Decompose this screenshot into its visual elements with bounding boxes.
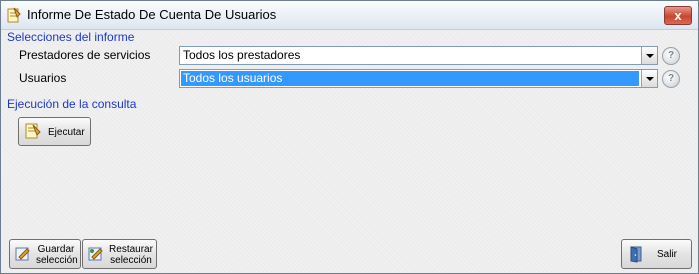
close-button[interactable]: x (664, 6, 692, 25)
prestadores-help-icon[interactable]: ? (662, 47, 680, 65)
report-window: Informe De Estado De Cuenta De Usuarios … (0, 0, 699, 274)
window-title: Informe De Estado De Cuenta De Usuarios (27, 7, 277, 22)
title-bar: Informe De Estado De Cuenta De Usuarios … (1, 1, 698, 30)
usuarios-combo[interactable]: Todos los usuarios (179, 69, 658, 88)
prestadores-value: Todos los prestadores (183, 48, 301, 62)
restaurar-seleccion-button[interactable]: Restaurar selección (82, 239, 157, 269)
prestadores-dropdown-icon[interactable] (641, 47, 657, 64)
execute-icon (25, 123, 41, 139)
ejecutar-label: Ejecutar (48, 127, 85, 138)
ejecutar-button[interactable]: Ejecutar (18, 117, 91, 146)
prestadores-label: Prestadores de servicios (19, 48, 151, 62)
usuarios-value: Todos los usuarios (181, 71, 639, 86)
guardar-seleccion-button[interactable]: Guardar selección (9, 239, 81, 269)
restaurar-line2: selección (110, 255, 152, 266)
restaurar-line1: Restaurar (109, 244, 153, 255)
prestadores-combo[interactable]: Todos los prestadores (179, 46, 658, 65)
save-selection-icon (15, 247, 30, 261)
guardar-line2: selección (36, 255, 78, 266)
restore-selection-icon (88, 247, 103, 261)
usuarios-label: Usuarios (19, 71, 67, 85)
ejecucion-heading: Ejecución de la consulta (7, 97, 137, 111)
usuarios-dropdown-icon[interactable] (641, 70, 657, 87)
exit-door-icon (630, 246, 642, 263)
guardar-line1: Guardar (37, 244, 75, 255)
salir-label: Salir (657, 249, 678, 260)
usuarios-help-icon[interactable]: ? (662, 70, 680, 88)
salir-button[interactable]: Salir (621, 239, 692, 269)
report-icon (7, 7, 21, 23)
selecciones-heading: Selecciones del informe (7, 30, 135, 44)
